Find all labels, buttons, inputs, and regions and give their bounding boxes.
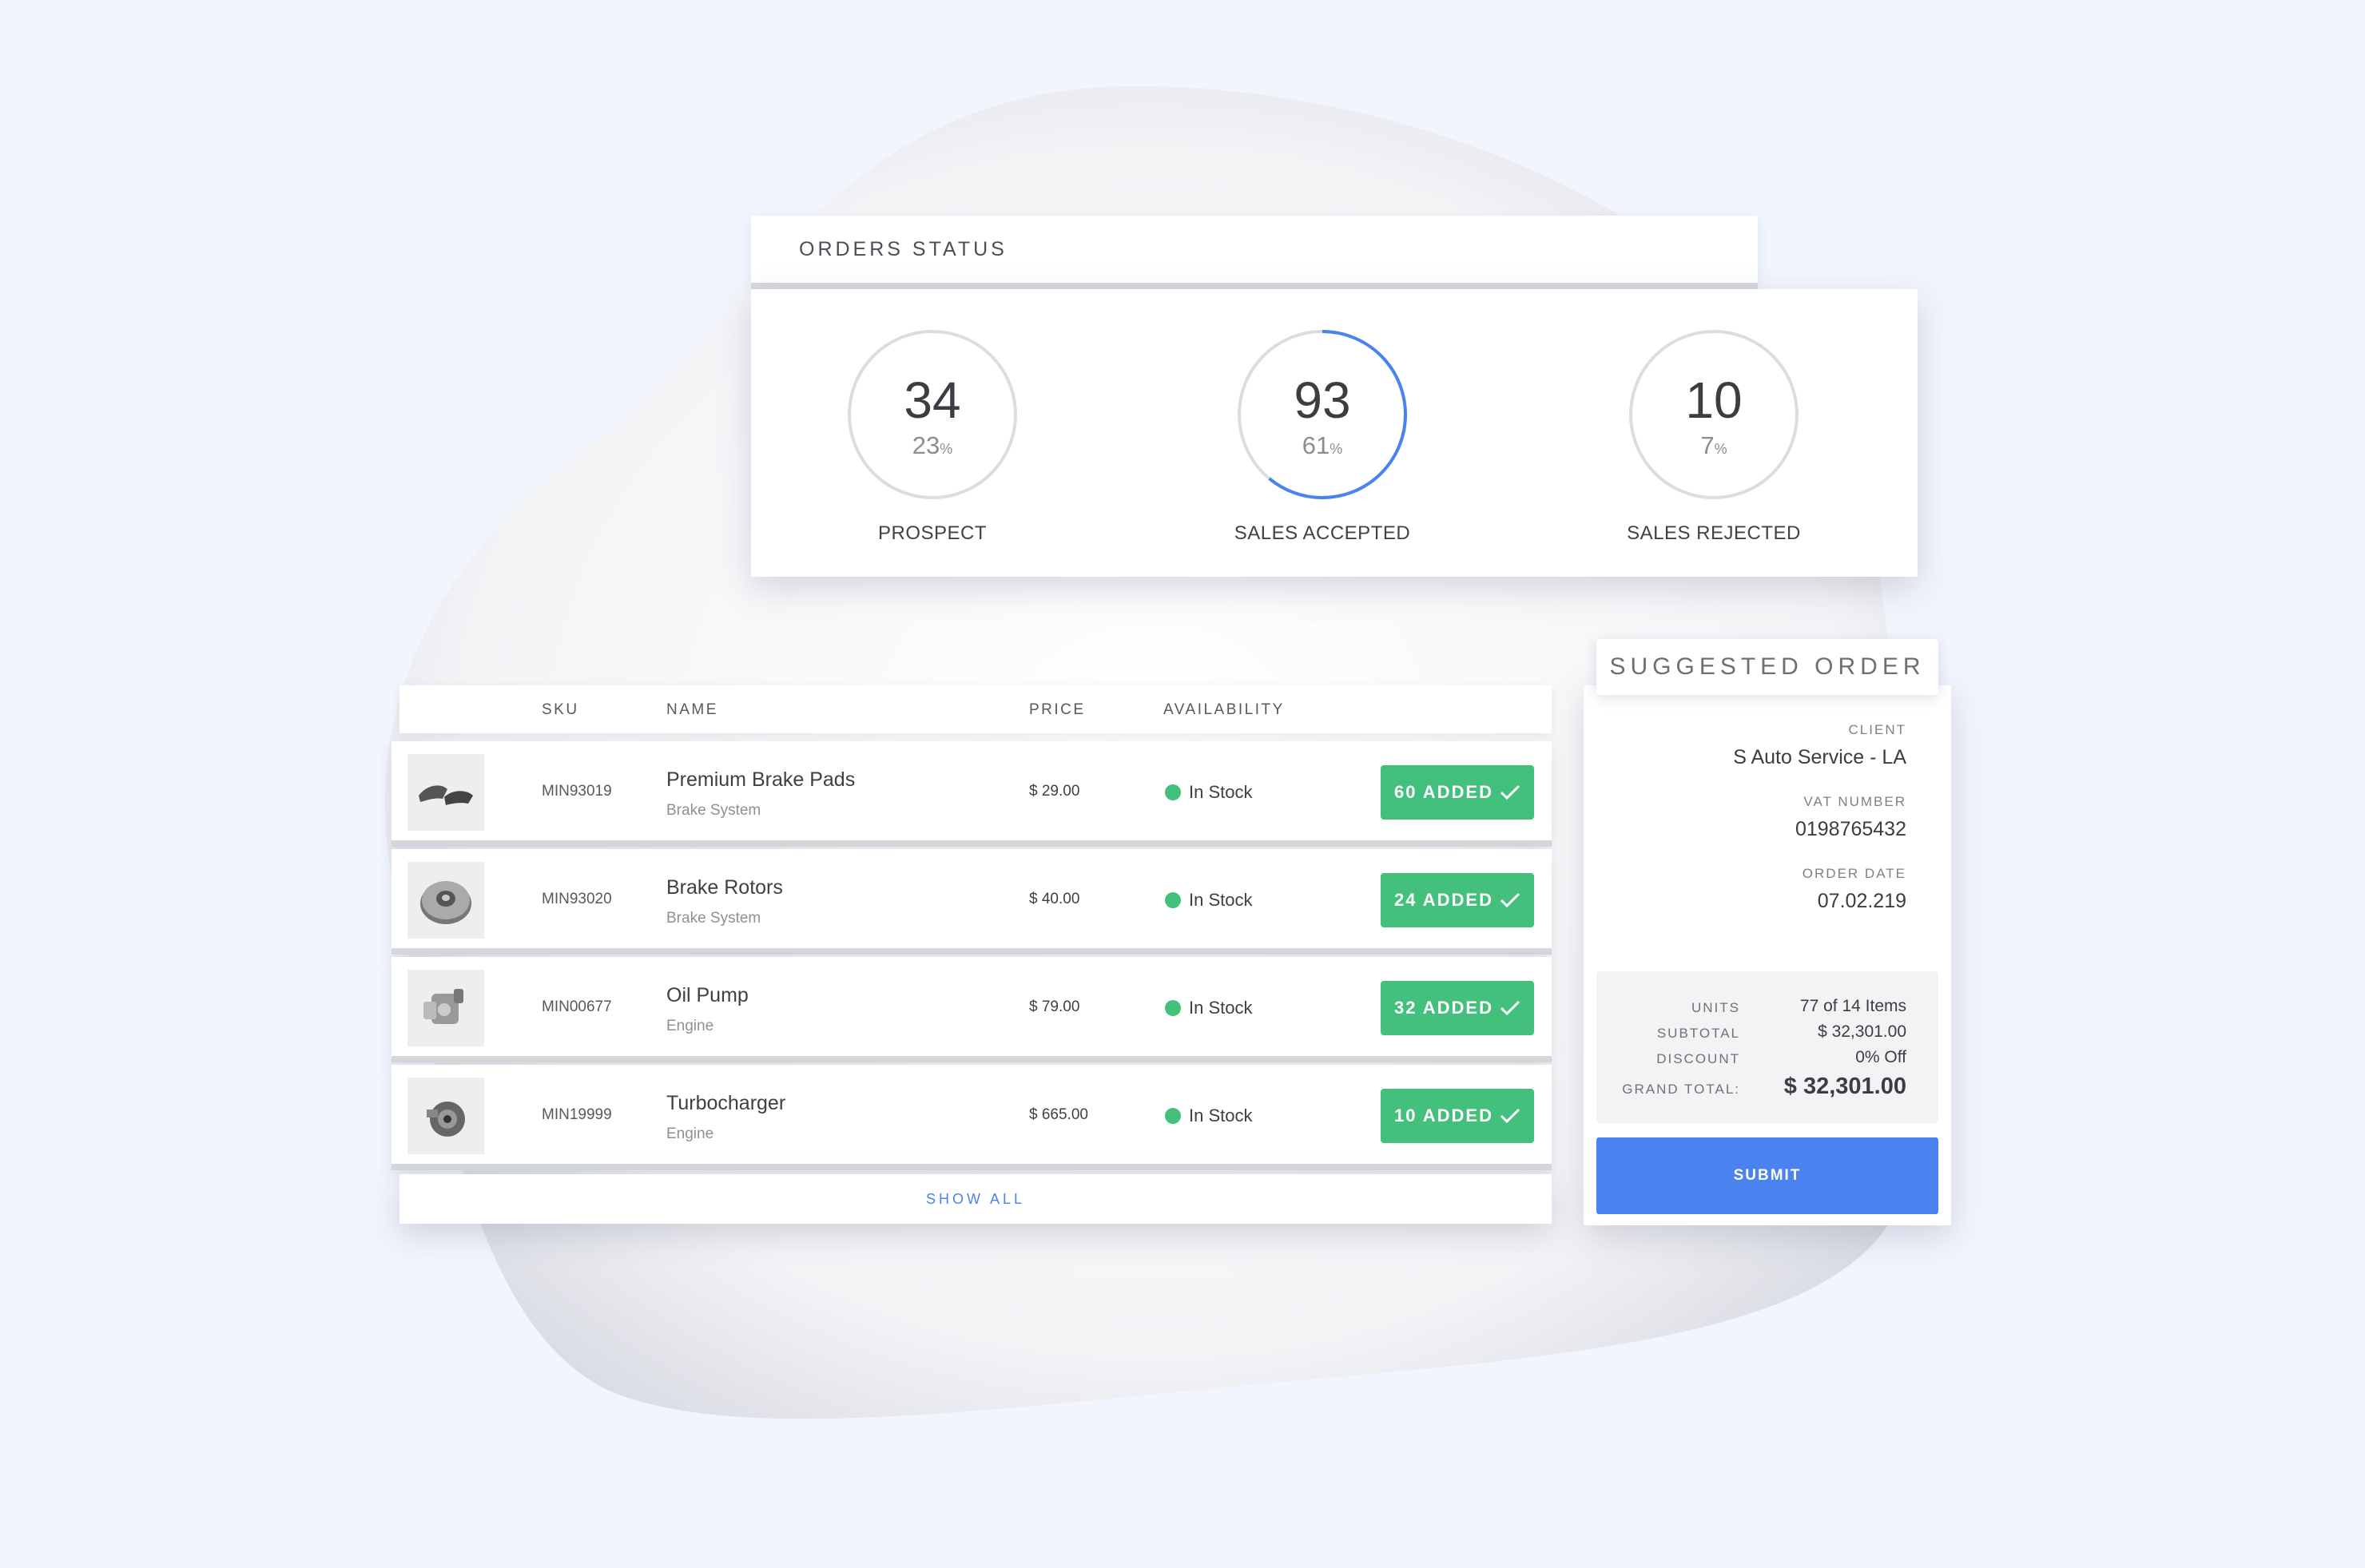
availability-status: In Stock (1189, 782, 1253, 802)
availability-status: In Stock (1189, 890, 1253, 910)
discount-value: 0% Off (1855, 1048, 1906, 1066)
orders-status-title: ORDERS STATUS (799, 238, 1008, 260)
product-sku: MIN00677 (542, 998, 612, 1015)
product-sku: MIN19999 (542, 1106, 612, 1123)
vat-label: VAT NUMBER (1803, 794, 1906, 809)
checkmark-icon (1500, 1108, 1520, 1124)
col-header-availability: AVAILABILITY (1163, 701, 1285, 718)
turbocharger-icon (427, 1102, 465, 1137)
order-totals: UNITS 77 of 14 Items SUBTOTAL $ 32,301.0… (1596, 971, 1938, 1123)
metric-percent: 61% (1302, 431, 1343, 459)
product-name: Brake Rotors (666, 876, 783, 899)
added-button-label: 10 ADDED (1394, 1106, 1493, 1125)
added-button[interactable]: 60 ADDED (1381, 765, 1534, 820)
checkmark-icon (1500, 1000, 1520, 1016)
added-button[interactable]: 32 ADDED (1381, 981, 1534, 1035)
submit-button[interactable]: SUBMIT (1596, 1137, 1938, 1214)
in-stock-dot-icon (1165, 892, 1181, 908)
product-sku: MIN93020 (542, 891, 612, 907)
oil-pump-icon (423, 989, 463, 1024)
product-category: Engine (666, 1125, 714, 1142)
suggested-order-tab: SUGGESTED ORDER (1596, 639, 1938, 695)
table-row[interactable]: MIN00677 Oil Pump Engine $ 79.00 In Stoc… (392, 957, 1552, 1062)
units-value: 77 of 14 Items (1799, 997, 1906, 1015)
orders-status-panel: 34 23% PROSPECT 93 61% SALES ACCEPTED 10… (751, 289, 1918, 577)
col-header-sku: SKU (542, 701, 579, 718)
orders-status-header: ORDERS STATUS (751, 216, 1758, 289)
metric-percent: 23% (912, 431, 953, 459)
subtotal-value: $ 32,301.00 (1818, 1022, 1906, 1041)
product-name: Premium Brake Pads (666, 768, 856, 791)
checkmark-icon (1500, 784, 1520, 800)
col-header-price: PRICE (1029, 701, 1086, 718)
checkmark-icon (1500, 892, 1520, 908)
product-sku: MIN93019 (542, 783, 612, 800)
table-row[interactable]: MIN93020 Brake Rotors Brake System $ 40.… (392, 849, 1552, 955)
metric-count: 34 (904, 371, 961, 429)
added-button-label: 24 ADDED (1394, 890, 1493, 910)
in-stock-dot-icon (1165, 784, 1181, 800)
product-price: $ 29.00 (1029, 783, 1080, 800)
units-label: UNITS (1691, 1000, 1740, 1015)
brake-pads-icon (419, 785, 473, 805)
grand-total-label: GRAND TOTAL: (1622, 1082, 1740, 1097)
metric-count: 93 (1294, 371, 1351, 429)
order-date-label: ORDER DATE (1802, 866, 1906, 881)
vat-value: 0198765432 (1795, 818, 1906, 840)
product-thumbnail (407, 1078, 484, 1154)
suggested-order-title: SUGGESTED ORDER (1609, 653, 1926, 680)
added-button-label: 60 ADDED (1394, 782, 1493, 802)
product-price: $ 40.00 (1029, 891, 1080, 907)
show-all-link[interactable]: SHOW ALL (926, 1191, 1025, 1208)
show-all-bar: SHOW ALL (399, 1174, 1552, 1224)
product-category: Brake System (666, 802, 761, 819)
added-button[interactable]: 24 ADDED (1381, 873, 1534, 927)
subtotal-label: SUBTOTAL (1656, 1026, 1740, 1041)
discount-label: DISCOUNT (1656, 1051, 1740, 1066)
product-thumbnail (407, 970, 484, 1046)
in-stock-dot-icon (1165, 1000, 1181, 1016)
added-button-label: 32 ADDED (1394, 998, 1493, 1018)
client-label: CLIENT (1848, 722, 1906, 737)
grand-total-value: $ 32,301.00 (1783, 1074, 1906, 1099)
metric-label: PROSPECT (877, 522, 988, 544)
product-price: $ 79.00 (1029, 998, 1080, 1015)
product-name: Oil Pump (666, 984, 749, 1006)
product-price: $ 665.00 (1029, 1106, 1088, 1123)
availability-status: In Stock (1189, 998, 1253, 1018)
product-thumbnail (407, 862, 484, 939)
added-button[interactable]: 10 ADDED (1381, 1089, 1534, 1143)
availability-status: In Stock (1189, 1106, 1253, 1125)
in-stock-dot-icon (1165, 1108, 1181, 1124)
order-date-value: 07.02.219 (1817, 890, 1906, 912)
product-category: Engine (666, 1018, 714, 1034)
metric-percent: 7% (1700, 431, 1727, 459)
client-value: S Auto Service - LA (1733, 746, 1906, 768)
table-header: SKU NAME PRICE AVAILABILITY (399, 685, 1552, 733)
suggested-order-panel: CLIENT S Auto Service - LA VAT NUMBER 01… (1584, 685, 1951, 1225)
table-row[interactable]: MIN93019 Premium Brake Pads Brake System… (392, 741, 1552, 847)
metric-prospect: 34 23% PROSPECT (829, 329, 1036, 545)
product-thumbnail (407, 754, 484, 831)
brake-rotor-icon (420, 881, 471, 924)
product-name: Turbocharger (666, 1092, 786, 1114)
product-category: Brake System (666, 910, 761, 927)
metric-sales-rejected: 10 7% SALES REJECTED (1610, 329, 1818, 545)
metric-label: SALES ACCEPTED (1234, 522, 1411, 544)
metric-count: 10 (1685, 371, 1743, 429)
col-header-name: NAME (666, 701, 718, 718)
metric-sales-accepted: 93 61% SALES ACCEPTED (1218, 329, 1426, 545)
metric-label: SALES REJECTED (1627, 522, 1801, 544)
table-row[interactable]: MIN19999 Turbocharger Engine $ 665.00 In… (392, 1065, 1552, 1170)
